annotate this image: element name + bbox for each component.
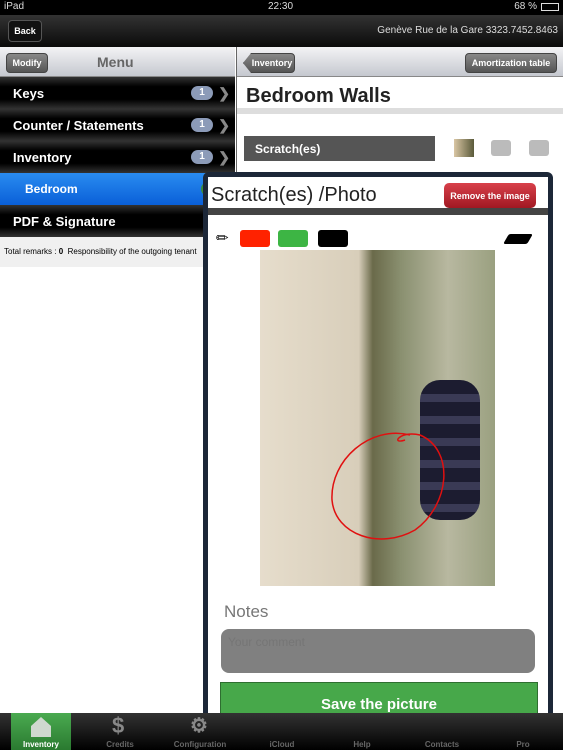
tab-label: Contacts — [424, 740, 460, 749]
remarks-text: Responsibility of the outgoing tenant — [67, 247, 197, 256]
camera-icon[interactable] — [529, 140, 549, 156]
photo-thumbnail[interactable] — [454, 139, 474, 157]
page-title: Bedroom Walls — [237, 77, 563, 114]
item-label: Bedroom — [25, 182, 78, 196]
item-label: Inventory — [13, 149, 72, 165]
count-badge: 1 — [191, 150, 213, 164]
tab-label: Inventory — [22, 740, 59, 749]
tab-icloud[interactable]: iCloud — [252, 713, 312, 750]
item-label: Keys — [13, 85, 45, 101]
gear-icon: ⚙ — [190, 715, 208, 737]
photo-canvas[interactable] — [260, 250, 495, 586]
tab-help[interactable]: Help — [332, 713, 392, 750]
battery-icon — [541, 3, 559, 11]
popover-title: Scratch(es) /Photo — [211, 184, 377, 206]
red-color-swatch[interactable] — [240, 230, 270, 247]
tab-label: Credits — [106, 740, 134, 749]
pencil-icon[interactable]: ✏ — [216, 229, 229, 247]
remarks-count: 0 — [58, 247, 64, 256]
notes-label: Notes — [224, 602, 269, 621]
chevron-right-icon: ❯ — [218, 116, 230, 133]
status-bar: iPad 22:30 68 % — [0, 0, 563, 15]
inventory-back-button[interactable]: Inventory — [243, 53, 295, 73]
modify-button[interactable]: Modify — [6, 53, 48, 73]
device-label: iPad — [4, 1, 25, 12]
camera-icon[interactable] — [491, 140, 511, 156]
popover-content: Scratch(es) /Photo Remove the image ✏ No… — [208, 177, 548, 735]
sidebar: Modify Menu Keys 1 ❯ Counter / Statements 1… — [0, 47, 235, 713]
battery-percent: 68 % — [514, 1, 537, 12]
chevron-right-icon: ❯ — [218, 84, 230, 101]
tab-pro[interactable]: Pro — [493, 713, 553, 750]
tab-bar: Inventory $ Credits ⚙ Configuration iCloud… — [0, 713, 563, 750]
count-badge: 1 — [191, 118, 213, 132]
sidebar-item-keys[interactable]: Keys 1 ❯ — [0, 77, 235, 109]
nav-bar: Back Genève Rue de la Gare 3323.7452.846… — [0, 15, 563, 47]
item-label: Counter / Statements — [13, 117, 144, 133]
tab-inventory[interactable]: Inventory — [11, 713, 71, 750]
sidebar-header: Modify Menu — [0, 47, 235, 77]
red-drawing — [331, 432, 445, 540]
sidebar-item-pdf[interactable]: PDF & Signature — [0, 205, 235, 237]
remarks-summary: Total remarks : 0 Responsibility of the … — [0, 237, 235, 267]
sidebar-item-inventory[interactable]: Inventory 1 ❯ — [0, 141, 235, 173]
sidebar-item-counter[interactable]: Counter / Statements 1 ❯ — [0, 109, 235, 141]
tab-credits[interactable]: $ Credits — [90, 713, 150, 750]
section-header: Scratch(es) — [244, 136, 435, 161]
eraser-icon[interactable] — [503, 234, 533, 244]
dollar-icon: $ — [112, 713, 125, 738]
amortization-table-button[interactable]: Amortization table — [465, 53, 557, 73]
item-label: PDF & Signature — [13, 213, 116, 229]
comment-input[interactable] — [221, 629, 535, 673]
photo-popover: Scratch(es) /Photo Remove the image ✏ No… — [203, 172, 553, 740]
tab-configuration[interactable]: ⚙ Configuration — [170, 713, 230, 750]
tab-label: Configuration — [173, 740, 227, 749]
tab-label: iCloud — [269, 740, 295, 749]
remove-image-button[interactable]: Remove the image — [444, 183, 536, 208]
tab-label: Help — [353, 740, 371, 749]
tab-contacts[interactable]: Contacts — [412, 713, 472, 750]
sidebar-item-bedroom[interactable]: Bedroom — [0, 173, 235, 205]
chevron-right-icon: ❯ — [218, 148, 230, 165]
back-button[interactable]: Back — [8, 20, 42, 42]
remarks-label: Total remarks : — [4, 247, 59, 256]
tab-label: Pro — [516, 740, 530, 749]
main-header: Inventory Amortization table — [237, 47, 563, 77]
popover-header: Scratch(es) /Photo Remove the image — [208, 177, 548, 215]
green-color-swatch[interactable] — [278, 230, 308, 247]
location-label: Genève Rue de la Gare 3323.7452.8463 — [377, 25, 558, 36]
black-color-swatch[interactable] — [318, 230, 348, 247]
menu-title: Menu — [97, 54, 134, 70]
clock: 22:30 — [268, 1, 294, 12]
house-icon — [31, 717, 51, 737]
count-badge: 1 — [191, 86, 213, 100]
